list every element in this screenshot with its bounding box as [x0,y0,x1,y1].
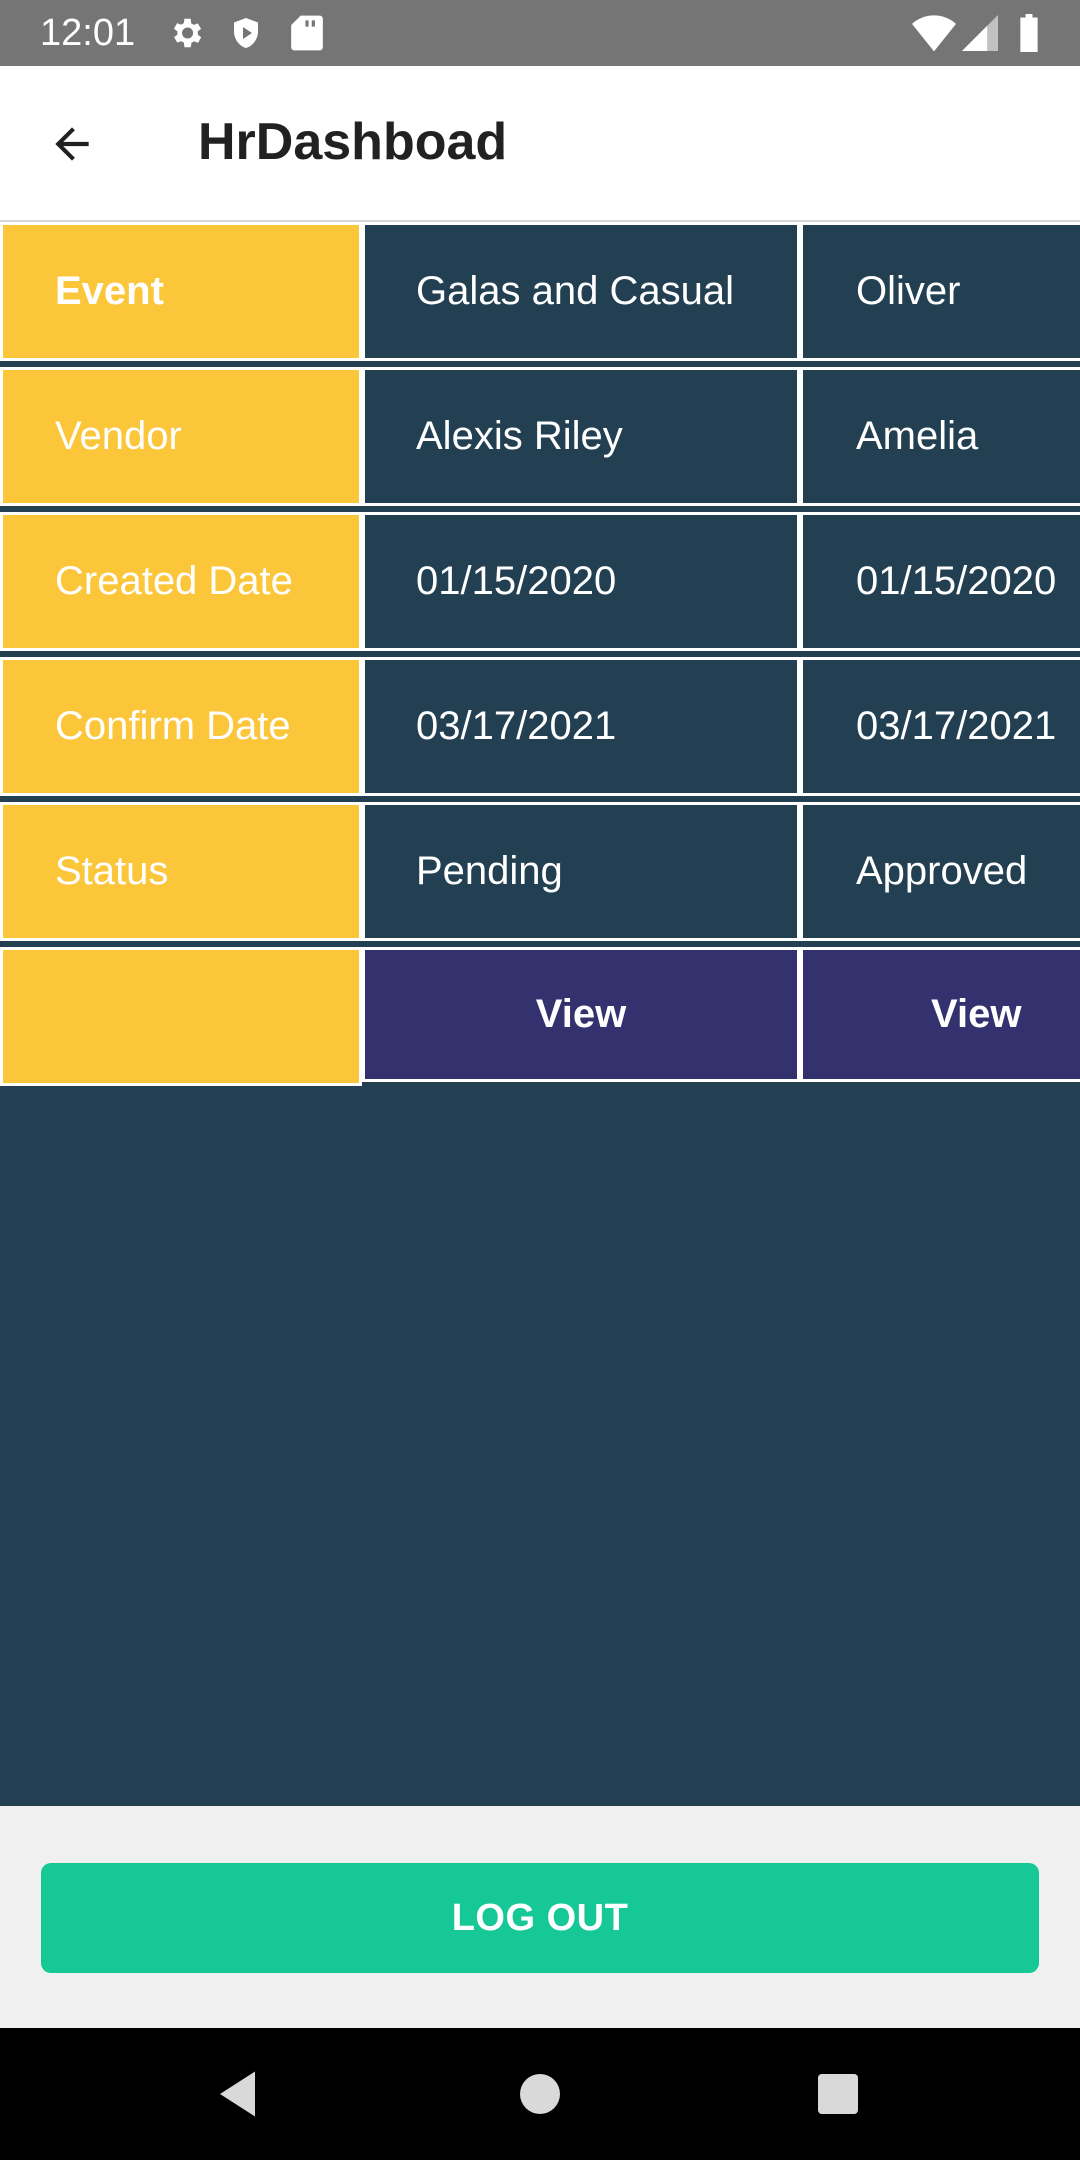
label-status: Status [0,802,362,941]
cell-vendor: Amelia [800,367,1080,506]
back-button[interactable] [30,102,114,186]
arrow-left-icon [55,127,89,161]
page-title: HrDashboad [198,113,508,171]
wifi-icon [912,14,956,57]
gear-icon [167,14,205,57]
view-button-label: View [931,992,1022,1036]
cell-vendor: Alexis Riley [362,367,800,506]
recents-square-icon[interactable] [808,2064,868,2124]
navigation-bar [0,2028,1080,2160]
screen: 12:01 HrDashboad Event Vendor Created Da… [0,0,1080,2160]
battery-icon [1018,14,1040,57]
dashboard-table[interactable]: Event Vendor Created Date Confirm Date S… [0,222,1080,1806]
logout-button[interactable]: LOG OUT [41,1863,1039,1973]
label-event: Event [0,222,362,361]
label-action [0,947,362,1086]
cell-status: Approved [800,802,1080,941]
label-created-date: Created Date [0,512,362,651]
bottom-panel: LOG OUT [0,1806,1080,2028]
home-circle-icon[interactable] [510,2064,570,2124]
view-button[interactable]: View [800,947,1080,1082]
signal-icon [962,14,998,57]
shield-icon [228,14,264,57]
view-button[interactable]: View [362,947,800,1082]
cell-event: Oliver [800,222,1080,361]
sd-card-icon [291,14,323,57]
status-time: 12:01 [40,12,136,54]
back-triangle-icon[interactable] [210,2064,270,2124]
label-confirm-date: Confirm Date [0,657,362,796]
cell-status: Pending [362,802,800,941]
cell-confirm-date: 03/17/2021 [800,657,1080,796]
status-bar: 12:01 [0,0,1080,66]
app-bar: HrDashboad [0,66,1080,222]
cell-confirm-date: 03/17/2021 [362,657,800,796]
label-vendor: Vendor [0,367,362,506]
cell-created-date: 01/15/2020 [800,512,1080,651]
cell-created-date: 01/15/2020 [362,512,800,651]
cell-event: Galas and Casual [362,222,800,361]
